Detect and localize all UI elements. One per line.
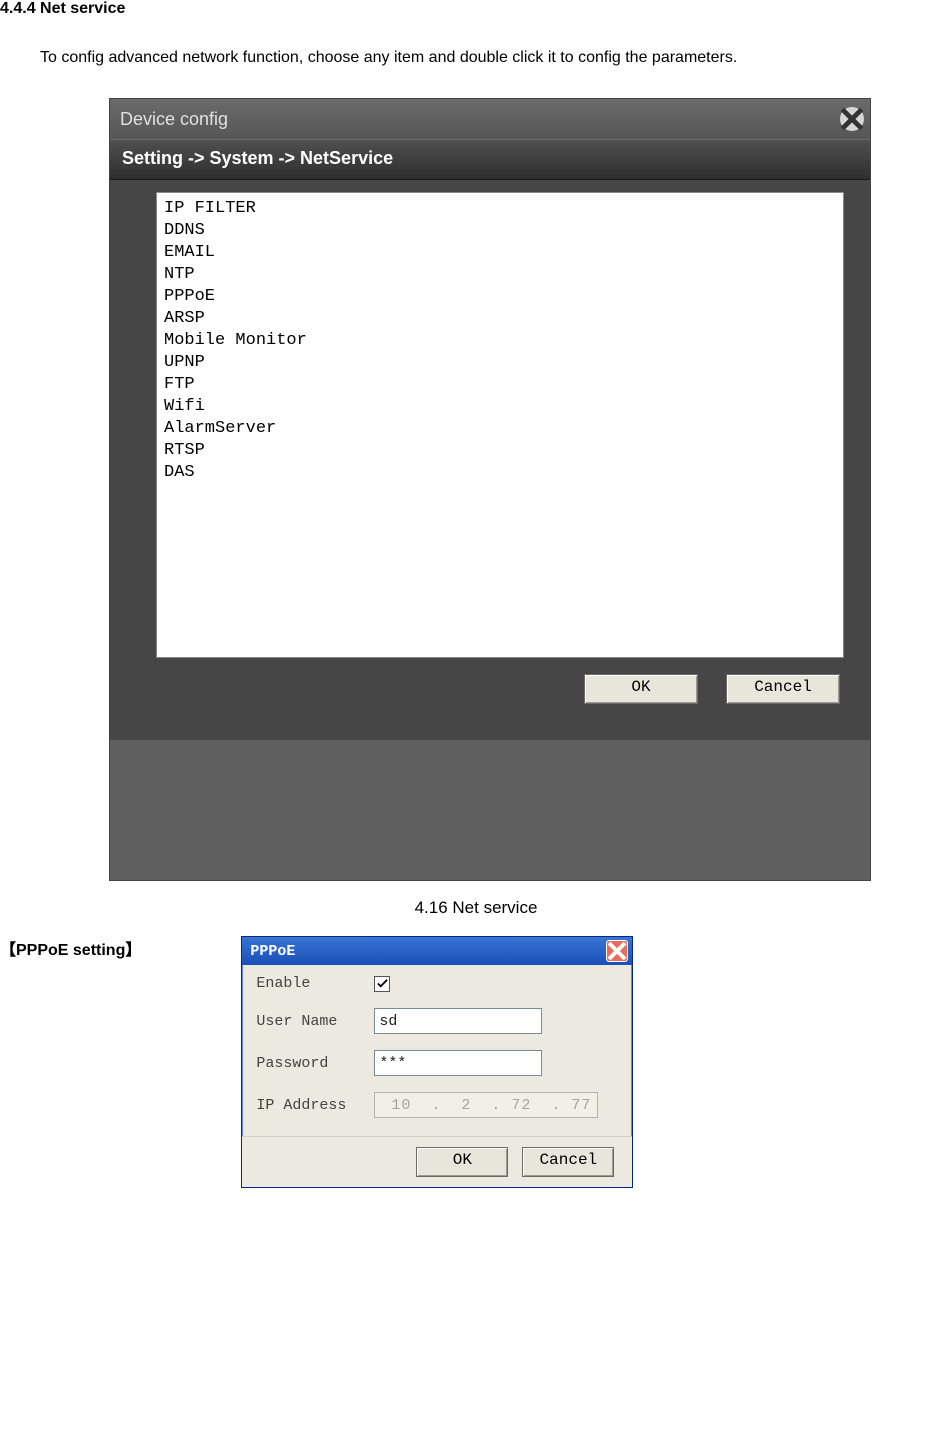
cancel-button[interactable]: Cancel xyxy=(522,1147,614,1177)
list-item[interactable]: DDNS xyxy=(160,220,844,242)
enable-checkbox[interactable] xyxy=(374,976,390,992)
intro-text: To config advanced network function, cho… xyxy=(40,46,952,69)
list-item[interactable]: AlarmServer xyxy=(160,418,844,440)
pppoe-body: Enable User Name Password IP Address 10 … xyxy=(242,965,632,1136)
list-item[interactable]: RTSP xyxy=(160,440,844,462)
figure-caption: 4.16 Net service xyxy=(0,898,952,918)
password-row: Password xyxy=(256,1050,618,1076)
ok-button[interactable]: OK xyxy=(584,674,698,704)
username-input[interactable] xyxy=(374,1008,542,1034)
list-item[interactable]: ARSP xyxy=(160,308,844,330)
pppoe-actions: OK Cancel xyxy=(242,1136,632,1187)
device-config-window: Device config Setting -> System -> NetSe… xyxy=(110,99,870,880)
pppoe-window: PPPoE Enable User Name Password xyxy=(241,936,633,1188)
password-input[interactable] xyxy=(374,1050,542,1076)
pppoe-section-label: 【PPPoE setting】 xyxy=(0,936,141,960)
device-config-actions: OK Cancel xyxy=(110,658,870,704)
list-item[interactable]: EMAIL xyxy=(160,242,844,264)
ip-address-field: 10 . 2 . 72 . 77 xyxy=(374,1092,598,1118)
close-icon[interactable] xyxy=(606,940,628,962)
device-config-body: IP FILTER DDNS EMAIL NTP PPPoE ARSP Mobi… xyxy=(110,180,870,740)
list-item[interactable]: PPPoE xyxy=(160,286,844,308)
username-row: User Name xyxy=(256,1008,618,1034)
breadcrumb: Setting -> System -> NetService xyxy=(110,139,870,180)
enable-label: Enable xyxy=(256,975,374,992)
list-item[interactable]: FTP xyxy=(160,374,844,396)
list-item[interactable]: DAS xyxy=(160,462,844,484)
list-item[interactable]: IP FILTER xyxy=(160,198,844,220)
ip-row: IP Address 10 . 2 . 72 . 77 xyxy=(256,1092,618,1118)
section-heading: 4.4.4 Net service xyxy=(0,0,952,18)
username-label: User Name xyxy=(256,1013,374,1030)
list-item[interactable]: Mobile Monitor xyxy=(160,330,844,352)
ip-label: IP Address xyxy=(256,1097,374,1114)
net-service-list: IP FILTER DDNS EMAIL NTP PPPoE ARSP Mobi… xyxy=(156,192,844,658)
ok-button[interactable]: OK xyxy=(416,1147,508,1177)
password-label: Password xyxy=(256,1055,374,1072)
pppoe-title: PPPoE xyxy=(250,943,295,960)
enable-row: Enable xyxy=(256,975,618,992)
pppoe-titlebar: PPPoE xyxy=(242,937,632,965)
close-icon[interactable] xyxy=(840,107,864,131)
cancel-button[interactable]: Cancel xyxy=(726,674,840,704)
list-item[interactable]: Wifi xyxy=(160,396,844,418)
device-config-titlebar: Device config xyxy=(110,99,870,139)
device-config-footer-space xyxy=(110,740,870,880)
list-item[interactable]: NTP xyxy=(160,264,844,286)
list-item[interactable]: UPNP xyxy=(160,352,844,374)
device-config-title: Device config xyxy=(120,109,228,130)
